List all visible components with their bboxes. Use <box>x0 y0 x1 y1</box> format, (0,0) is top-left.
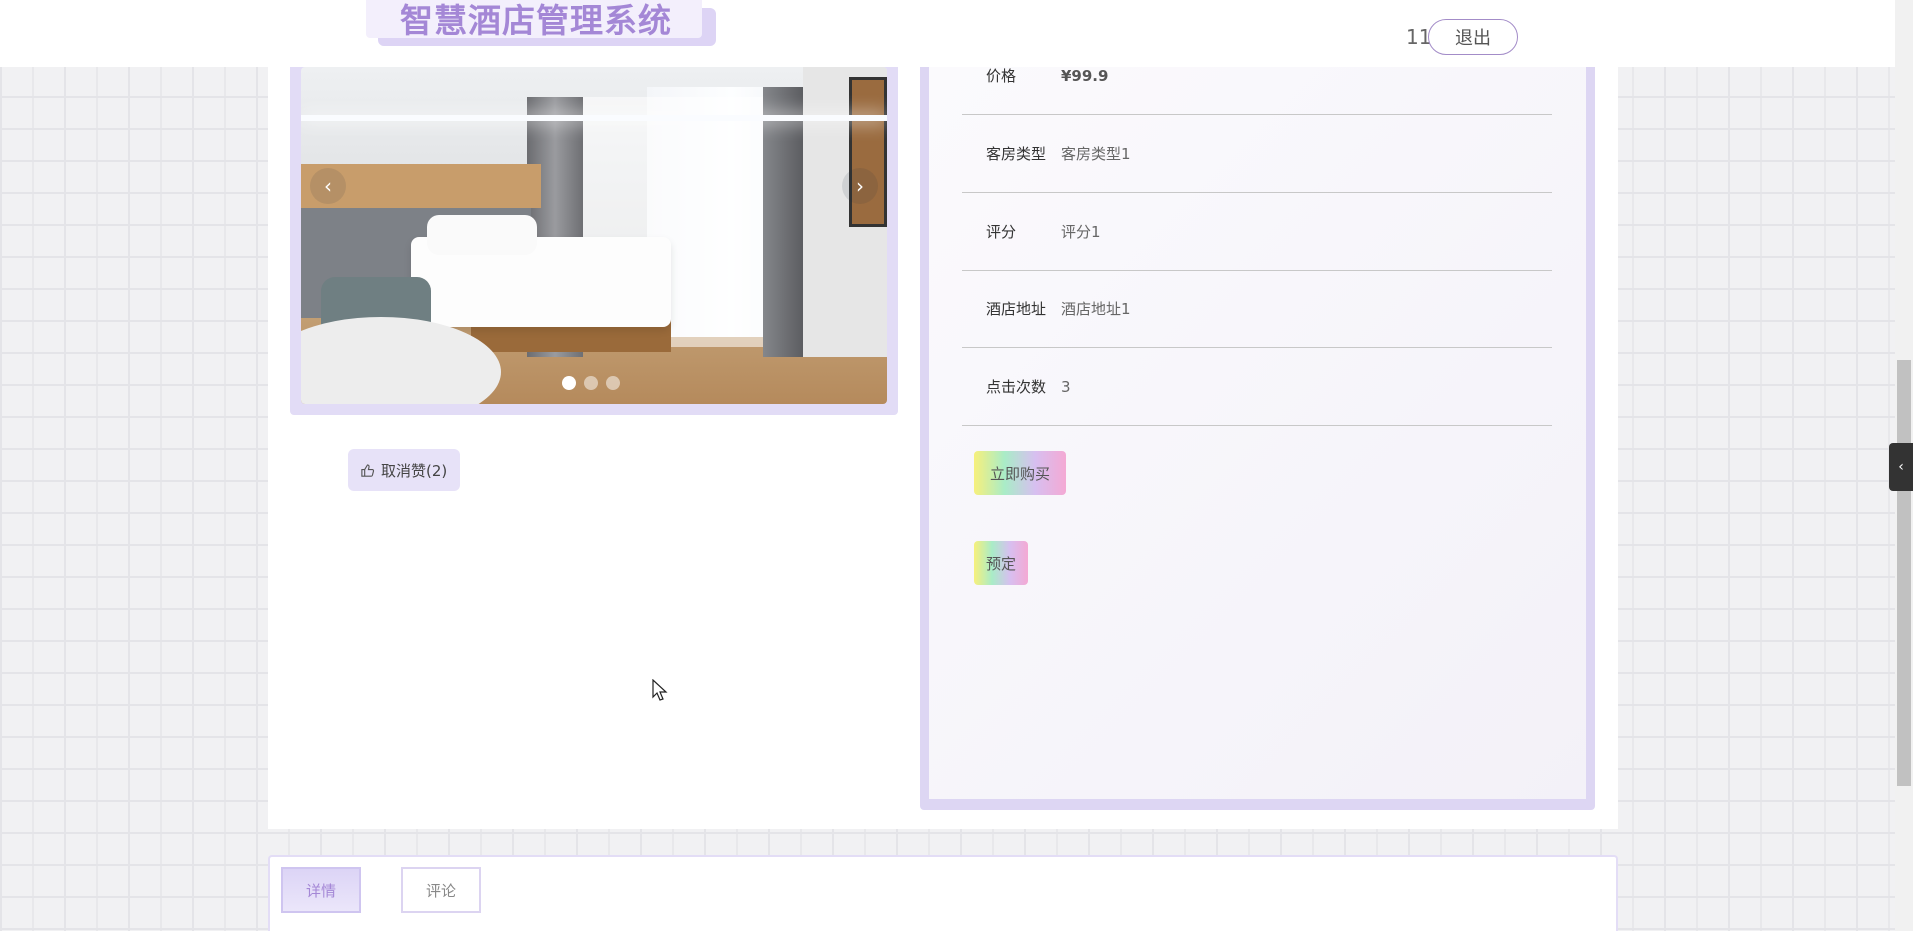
top-header: 智慧酒店管理系统 11 退出 <box>0 0 1895 67</box>
click-count-value: 3 <box>1061 377 1071 396</box>
unlike-label: 取消赞(2) <box>381 461 448 480</box>
book-button[interactable]: 预定 <box>974 541 1028 585</box>
rating-row: 评分 评分1 <box>962 193 1552 271</box>
logout-button[interactable]: 退出 <box>1428 19 1518 55</box>
address-row: 酒店地址 酒店地址1 <box>962 270 1552 348</box>
room-type-label: 客房类型 <box>986 145 1047 163</box>
carousel-indicators <box>562 376 620 390</box>
carousel-dot-1[interactable] <box>562 376 576 390</box>
room-photo <box>301 67 887 404</box>
app-title: 智慧酒店管理系统 <box>400 1 672 40</box>
price-value: ¥99.9 <box>1061 66 1109 85</box>
click-count-row: 点击次数 3 <box>962 348 1552 426</box>
scrollbar-thumb[interactable] <box>1897 360 1911 786</box>
carousel-next-icon[interactable]: › <box>842 168 878 204</box>
room-type-value: 客房类型1 <box>1061 145 1131 163</box>
address-label: 酒店地址 <box>986 300 1047 318</box>
room-image-carousel[interactable] <box>301 67 887 404</box>
carousel-dot-2[interactable] <box>584 376 598 390</box>
click-count-label: 点击次数 <box>986 378 1047 396</box>
price-label: 价格 <box>986 67 1017 85</box>
app-logo: 智慧酒店管理系统 <box>366 0 716 51</box>
tab-comments[interactable]: 评论 <box>401 867 481 913</box>
room-type-row: 客房类型 客房类型1 <box>962 115 1552 193</box>
tab-details[interactable]: 详情 <box>281 867 361 913</box>
rating-label: 评分 <box>986 223 1017 241</box>
buy-now-button[interactable]: 立即购买 <box>974 451 1066 495</box>
unlike-button[interactable]: 取消赞(2) <box>348 449 460 491</box>
carousel-prev-icon[interactable]: ‹ <box>310 168 346 204</box>
thumbs-up-icon <box>361 463 375 477</box>
carousel-dot-3[interactable] <box>606 376 620 390</box>
side-panel-toggle-icon[interactable]: ‹ <box>1889 443 1913 491</box>
rating-value: 评分1 <box>1061 223 1101 241</box>
mouse-cursor-icon <box>652 679 668 701</box>
address-value: 酒店地址1 <box>1061 300 1131 318</box>
